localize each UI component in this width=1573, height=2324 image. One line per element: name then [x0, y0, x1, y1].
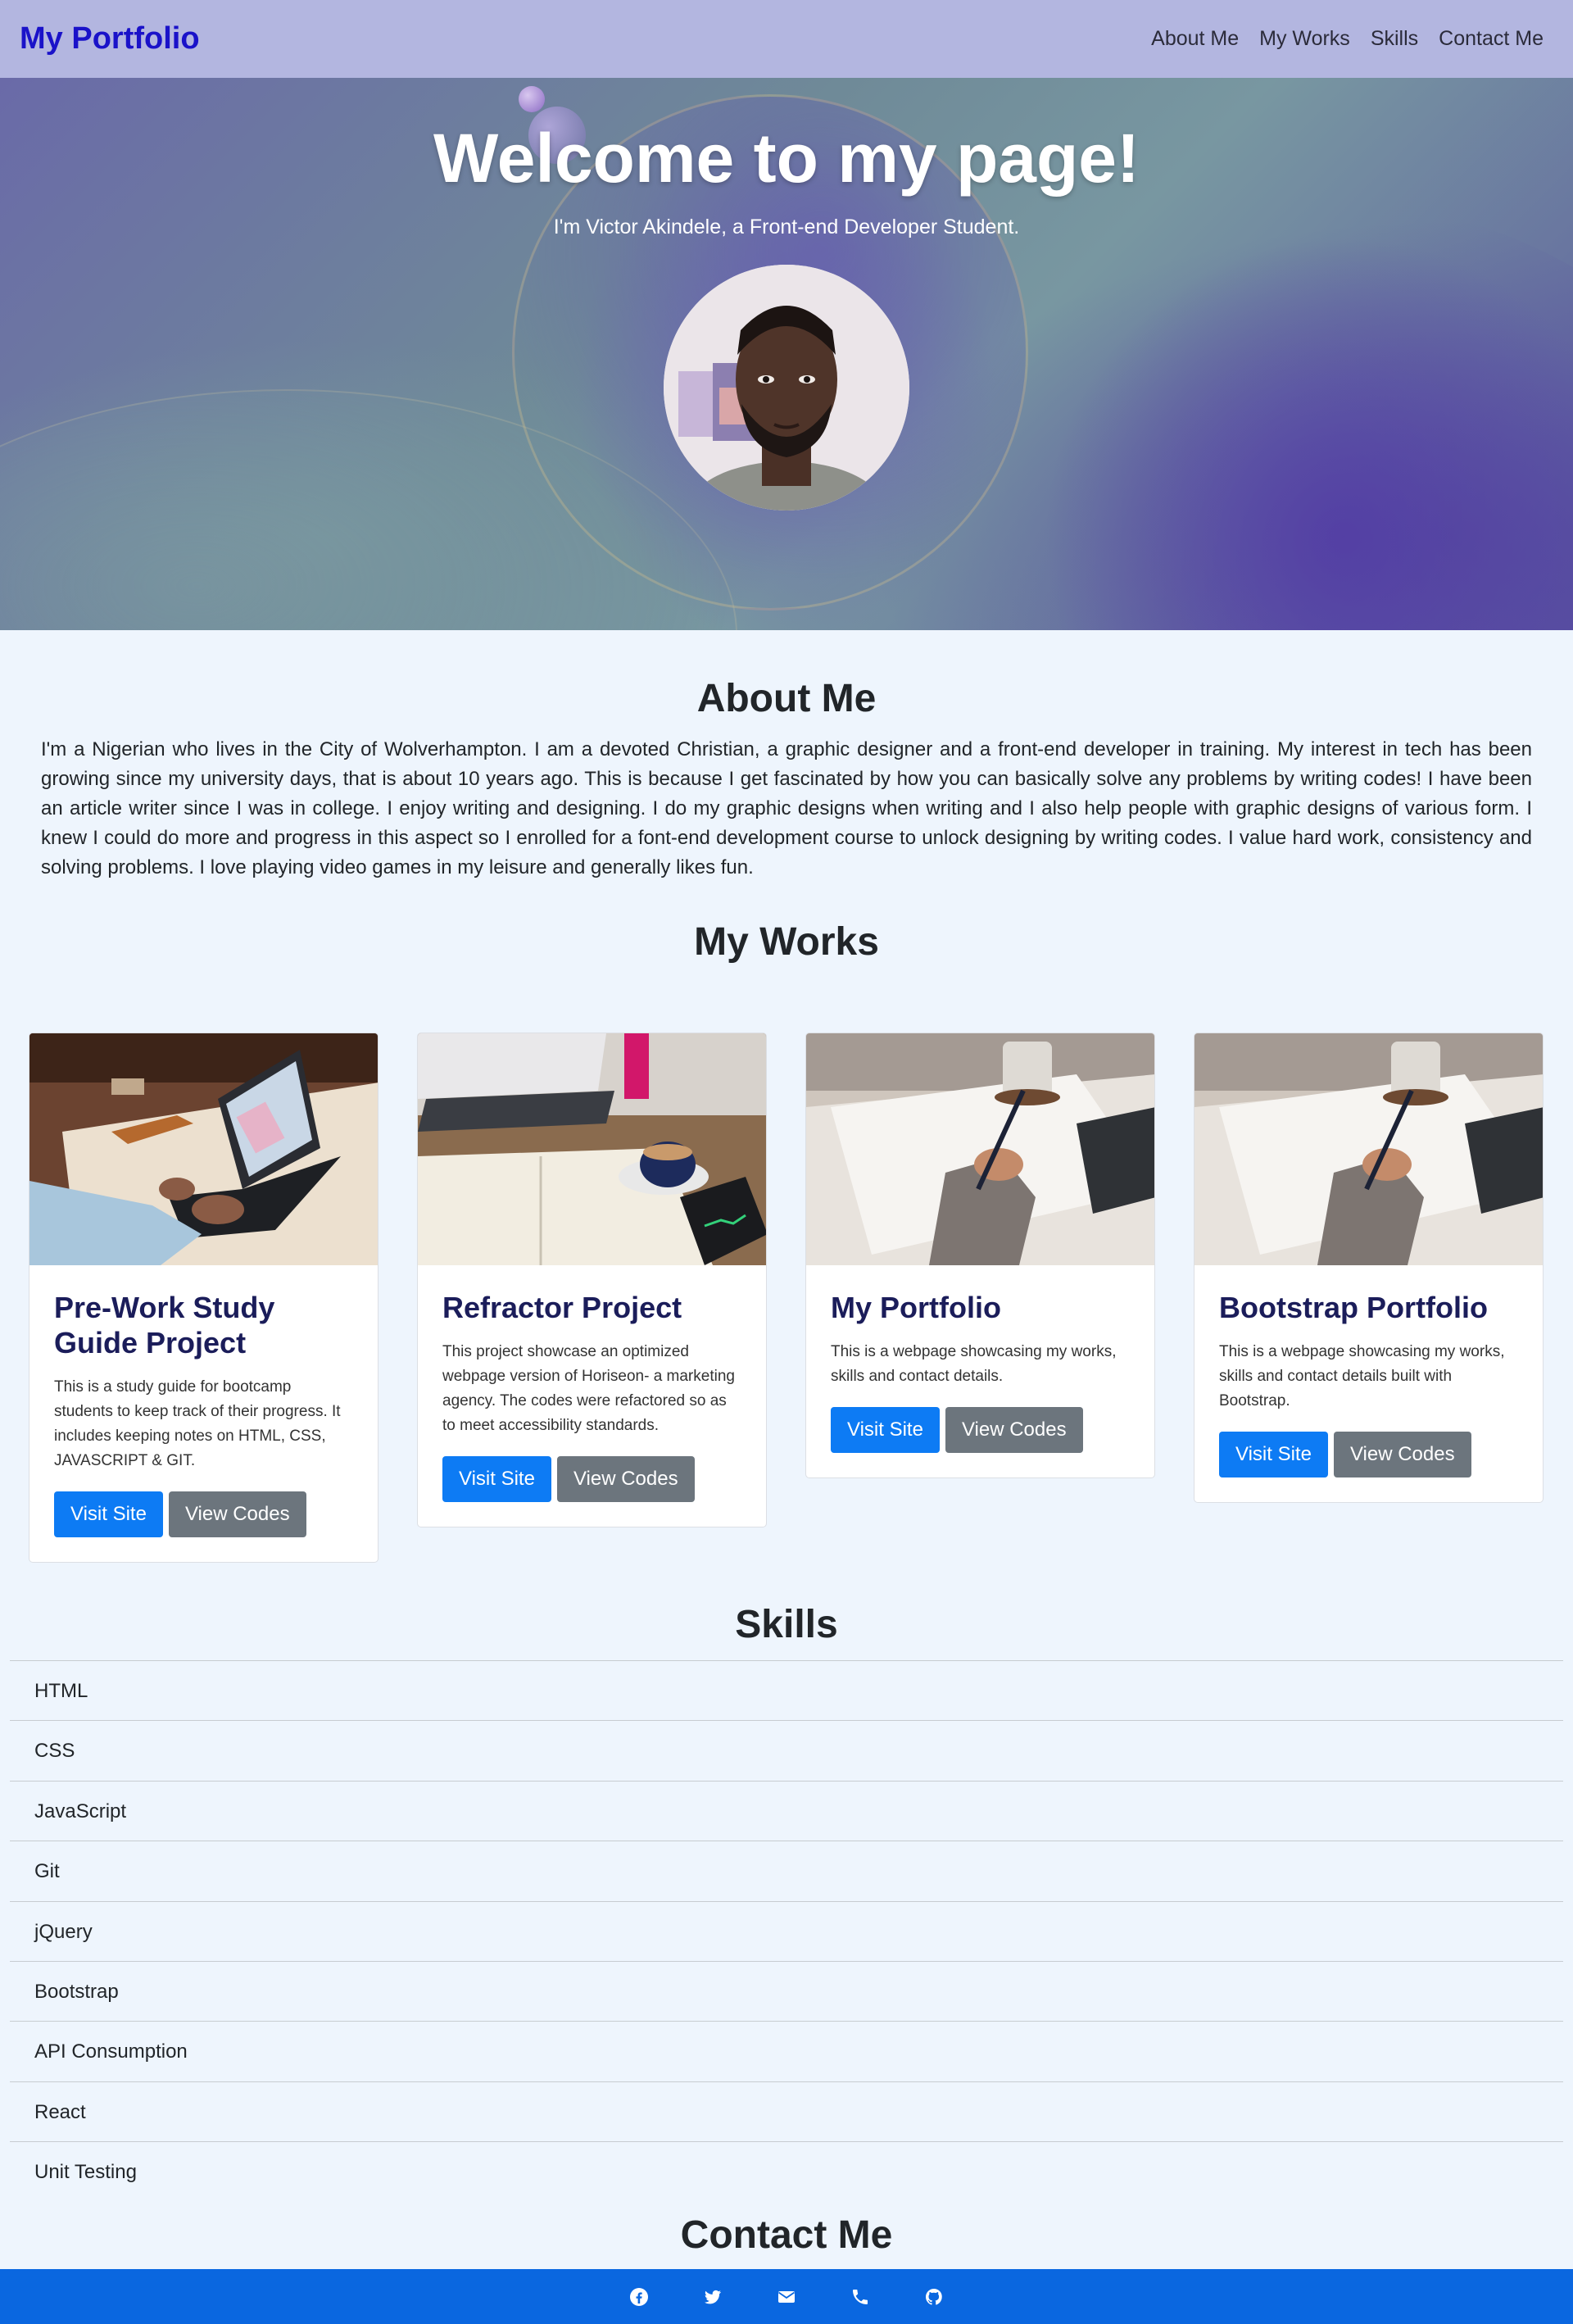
hero-banner: Welcome to my page! I'm Victor Akindele,… [0, 78, 1573, 630]
project-description: This is a webpage showcasing my works, s… [1219, 1343, 1505, 1409]
project-description: This is a webpage showcasing my works, s… [831, 1343, 1117, 1385]
brand-link[interactable]: My Portfolio [20, 21, 200, 57]
about-text: I'm a Nigerian who lives in the City of … [41, 738, 1532, 878]
facebook-icon[interactable] [624, 2282, 654, 2312]
skill-item: React [10, 2081, 1563, 2141]
nav-link-my-works[interactable]: My Works [1259, 27, 1350, 51]
skill-item: jQuery [10, 1900, 1563, 1961]
nav-link-skills[interactable]: Skills [1371, 27, 1418, 51]
project-card-body: Bootstrap Portfolio This is a webpage sh… [1194, 1265, 1543, 1502]
project-title: Refractor Project [442, 1291, 682, 1324]
skill-item: HTML [10, 1660, 1563, 1720]
skills-section-title: Skills [735, 1603, 838, 1646]
view-codes-button[interactable]: View Codes [556, 1456, 695, 1502]
nav-link-about-me[interactable]: About Me [1151, 27, 1239, 51]
project-actions: Visit Site View Codes [1219, 1432, 1518, 1477]
hero-title: Welcome to my page! [433, 120, 1140, 197]
project-description: This project showcase an optimized webpa… [442, 1343, 735, 1434]
view-codes-button[interactable]: View Codes [168, 1491, 306, 1537]
project-card-body: Refractor Project This project showcase … [418, 1265, 766, 1527]
nav-links: About Me My Works Skills Contact Me [1151, 27, 1553, 51]
skill-item: Bootstrap [10, 1960, 1563, 2021]
skill-item: API Consumption [10, 2021, 1563, 2081]
view-codes-button[interactable]: View Codes [945, 1407, 1083, 1453]
project-card: Refractor Project This project showcase … [417, 1033, 767, 1527]
project-image [29, 1033, 378, 1265]
project-image [418, 1033, 766, 1265]
contact-section-title: Contact Me [680, 2213, 893, 2257]
project-actions: Visit Site View Codes [442, 1456, 741, 1502]
profile-photo [664, 265, 909, 511]
project-image [1194, 1033, 1543, 1265]
about-section-title: About Me [696, 677, 877, 720]
project-actions: Visit Site View Codes [831, 1407, 1130, 1453]
project-description: This is a study guide for bootcamp stude… [54, 1378, 341, 1469]
email-icon[interactable] [772, 2282, 801, 2312]
project-card: My Portfolio This is a webpage showcasin… [805, 1033, 1155, 1478]
project-title: My Portfolio [831, 1291, 1001, 1324]
navbar: My Portfolio About Me My Works Skills Co… [0, 0, 1573, 78]
project-card-body: My Portfolio This is a webpage showcasin… [806, 1265, 1154, 1477]
profile-avatar [664, 265, 909, 511]
footer [0, 2269, 1573, 2324]
visit-site-button[interactable]: Visit Site [54, 1491, 163, 1537]
phone-icon[interactable] [845, 2282, 875, 2312]
project-card: Bootstrap Portfolio This is a webpage sh… [1194, 1033, 1544, 1503]
project-card: Pre-Work Study Guide Project This is a s… [29, 1033, 379, 1563]
skill-item: CSS [10, 1720, 1563, 1780]
skills-list: HTML CSS JavaScript Git jQuery Bootstrap… [10, 1660, 1563, 2202]
skill-item: JavaScript [10, 1780, 1563, 1841]
hero-subtitle: I'm Victor Akindele, a Front-end Develop… [553, 216, 1020, 238]
skill-item: Unit Testing [10, 2141, 1563, 2201]
project-image [806, 1033, 1154, 1265]
nav-link-contact-me[interactable]: Contact Me [1439, 27, 1544, 51]
visit-site-button[interactable]: Visit Site [831, 1407, 940, 1453]
project-title: Pre-Work Study Guide Project [54, 1291, 275, 1359]
visit-site-button[interactable]: Visit Site [442, 1456, 551, 1502]
view-codes-button[interactable]: View Codes [1333, 1432, 1471, 1477]
project-title: Bootstrap Portfolio [1219, 1291, 1488, 1324]
skill-item: Git [10, 1841, 1563, 1900]
hero-bubble [519, 86, 545, 112]
works-section-title: My Works [694, 920, 879, 964]
github-icon[interactable] [919, 2282, 949, 2312]
project-card-body: Pre-Work Study Guide Project This is a s… [29, 1265, 378, 1562]
visit-site-button[interactable]: Visit Site [1219, 1432, 1328, 1477]
works-card-grid: Pre-Work Study Guide Project This is a s… [0, 1033, 1573, 1565]
project-actions: Visit Site View Codes [54, 1491, 353, 1537]
twitter-icon[interactable] [698, 2282, 728, 2312]
